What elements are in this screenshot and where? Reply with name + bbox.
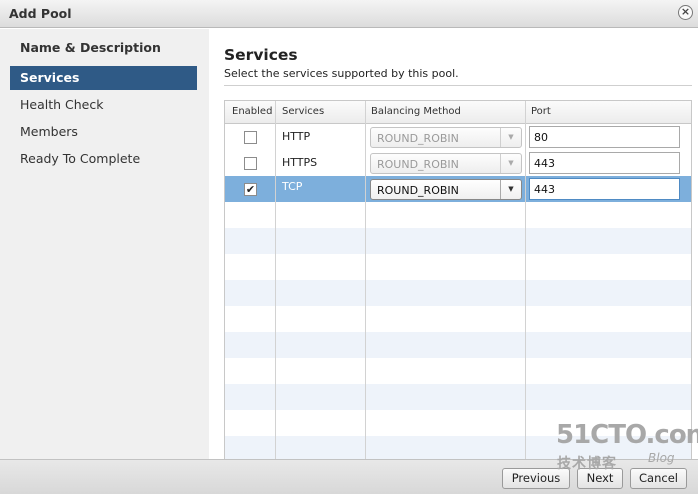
empty-row xyxy=(225,254,691,280)
balancing-method-select[interactable]: ROUND_ROBIN ▼ xyxy=(370,153,522,174)
column-divider xyxy=(275,101,276,470)
table-row-selected[interactable]: ✔ TCP ROUND_ROBIN ▼ xyxy=(225,176,691,202)
enabled-checkbox[interactable] xyxy=(244,131,257,144)
column-header-port[interactable]: Port xyxy=(531,106,551,117)
port-input[interactable] xyxy=(529,178,680,200)
balancing-method-value: ROUND_ROBIN xyxy=(377,184,459,197)
empty-row xyxy=(225,202,691,228)
column-header-balancing-method[interactable]: Balancing Method xyxy=(371,106,461,117)
empty-row xyxy=(225,358,691,384)
balancing-method-value: ROUND_ROBIN xyxy=(377,158,459,171)
dialog-title: Add Pool xyxy=(9,6,72,21)
balancing-method-value: ROUND_ROBIN xyxy=(377,132,459,145)
empty-row xyxy=(225,280,691,306)
wizard-content: Services Select the services supported b… xyxy=(209,29,698,471)
service-name: HTTPS xyxy=(282,156,318,169)
step-services[interactable]: Services xyxy=(10,66,197,90)
cancel-button[interactable]: Cancel xyxy=(630,468,687,489)
table-row[interactable]: HTTP ROUND_ROBIN ▼ xyxy=(225,124,691,150)
previous-button[interactable]: Previous xyxy=(502,468,570,489)
next-button[interactable]: Next xyxy=(577,468,623,489)
enabled-checkbox[interactable]: ✔ xyxy=(244,183,257,196)
title-divider xyxy=(224,85,692,86)
balancing-method-select[interactable]: ROUND_ROBIN ▼ xyxy=(370,179,522,200)
step-members[interactable]: Members xyxy=(10,120,197,144)
page-title: Services xyxy=(224,46,298,64)
page-subtitle: Select the services supported by this po… xyxy=(224,67,459,80)
column-header-enabled[interactable]: Enabled xyxy=(232,106,272,117)
step-ready-to-complete[interactable]: Ready To Complete xyxy=(10,147,197,171)
enabled-checkbox[interactable] xyxy=(244,157,257,170)
port-input[interactable] xyxy=(529,126,680,148)
wizard-steps-sidebar: Name & Description Services Health Check… xyxy=(0,29,209,459)
empty-row xyxy=(225,384,691,410)
table-row[interactable]: HTTPS ROUND_ROBIN ▼ xyxy=(225,150,691,176)
close-icon[interactable]: × xyxy=(678,5,693,20)
dialog-footer: Previous Next Cancel xyxy=(0,459,698,494)
dropdown-arrow-icon[interactable]: ▼ xyxy=(500,128,521,147)
dropdown-arrow-icon[interactable]: ▼ xyxy=(500,154,521,173)
empty-row xyxy=(225,228,691,254)
dialog-titlebar: Add Pool × xyxy=(0,0,698,28)
port-input[interactable] xyxy=(529,152,680,174)
dropdown-arrow-icon[interactable]: ▼ xyxy=(500,180,521,199)
table-header: Enabled Services Balancing Method Port xyxy=(225,101,691,124)
empty-row xyxy=(225,332,691,358)
empty-row xyxy=(225,306,691,332)
empty-row xyxy=(225,410,691,436)
column-divider xyxy=(525,101,526,470)
service-name: TCP xyxy=(282,180,303,193)
service-name: HTTP xyxy=(282,130,311,143)
services-table: Enabled Services Balancing Method Port H… xyxy=(224,100,692,471)
step-health-check[interactable]: Health Check xyxy=(10,93,197,117)
step-name-description[interactable]: Name & Description xyxy=(10,36,197,60)
column-header-services[interactable]: Services xyxy=(282,106,324,117)
balancing-method-select[interactable]: ROUND_ROBIN ▼ xyxy=(370,127,522,148)
column-divider xyxy=(365,101,366,470)
